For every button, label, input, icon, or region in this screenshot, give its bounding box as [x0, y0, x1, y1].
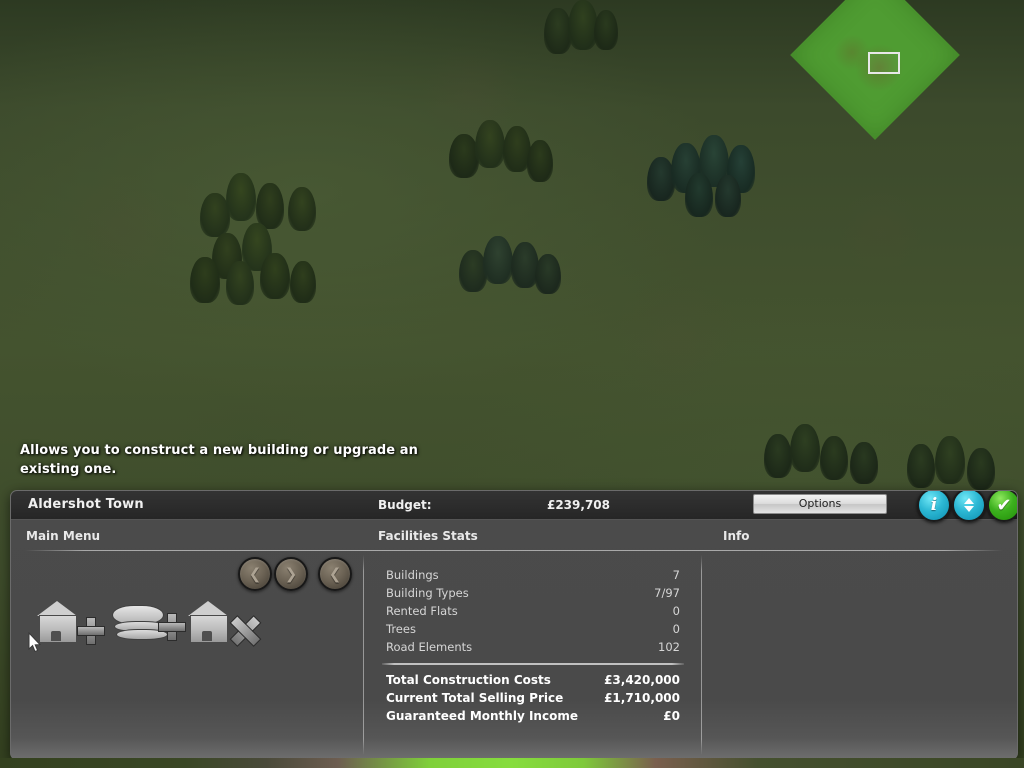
options-button[interactable]: Options — [753, 494, 887, 514]
demolish-building-tool[interactable] — [188, 599, 264, 647]
stat-label: Rented Flats — [386, 604, 458, 618]
tree-cluster — [905, 430, 1015, 492]
stats-separator — [382, 663, 684, 665]
world-bottom-strip — [0, 758, 1024, 768]
tree-cluster — [455, 232, 565, 298]
budget-value: £239,708 — [546, 498, 610, 512]
game-screen: Allows you to construct a new building o… — [0, 0, 1024, 768]
stat-row: Rented Flats 0 — [378, 603, 688, 621]
column-divider-right — [701, 555, 702, 755]
main-menu-toolbar: ❮ ❯ ❮ — [27, 557, 357, 657]
updown-button[interactable] — [952, 491, 986, 522]
total-label: Current Total Selling Price — [386, 691, 564, 705]
stat-label: Road Elements — [386, 640, 473, 654]
stat-label: Building Types — [386, 586, 469, 600]
stat-row: Trees 0 — [378, 621, 688, 639]
chevron-left-icon: ❮ — [248, 565, 262, 583]
budget-label: Budget: — [378, 498, 432, 512]
tooltip-text: Allows you to construct a new building o… — [20, 443, 419, 477]
add-floor-tool[interactable] — [112, 599, 188, 645]
total-row: Total Construction Costs £3,420,000 — [378, 672, 688, 690]
header-divider — [25, 550, 1003, 551]
stat-value: 102 — [658, 640, 680, 654]
stat-label: Trees — [386, 622, 416, 636]
column-divider-left — [363, 555, 364, 755]
tree-cluster — [645, 133, 765, 217]
nav-prev-button[interactable]: ❮ — [238, 557, 272, 591]
section-header-info: Info — [723, 529, 750, 543]
check-icon: ✔ — [996, 494, 1012, 516]
stat-row: Building Types 7/97 — [378, 585, 688, 603]
total-label: Total Construction Costs — [386, 673, 551, 687]
total-value: £3,420,000 — [604, 673, 680, 687]
chevron-updown-icon — [954, 491, 984, 520]
info-button[interactable]: i — [917, 491, 951, 522]
tree-cluster — [443, 118, 558, 188]
total-label: Guaranteed Monthly Income — [386, 709, 578, 723]
stat-value: 7/97 — [654, 586, 680, 600]
build-building-tool[interactable] — [37, 599, 113, 645]
info-panel — [711, 561, 1001, 741]
stat-row: Road Elements 102 — [378, 639, 688, 657]
stat-value: 0 — [672, 604, 680, 618]
confirm-button[interactable]: ✔ — [987, 491, 1017, 522]
stat-row: Buildings 7 — [378, 567, 688, 585]
total-value: £0 — [663, 709, 680, 723]
tree-cluster — [190, 165, 330, 310]
chevron-left-icon: ❮ — [328, 565, 342, 583]
section-header-main-menu: Main Menu — [26, 529, 101, 543]
total-row: Current Total Selling Price £1,710,000 — [378, 690, 688, 708]
tile-cursor-highlight — [868, 52, 900, 74]
tree-cluster — [760, 420, 890, 490]
town-management-panel: Aldershot Town Budget: £239,708 Options … — [10, 490, 1018, 760]
section-header-facilities-stats: Facilities Stats — [378, 529, 478, 543]
nav-back-button[interactable]: ❮ — [318, 557, 352, 591]
info-icon: i — [930, 495, 938, 515]
facilities-stats-table: Buildings 7 Building Types 7/97 Rented F… — [378, 567, 688, 726]
panel-titlebar: Aldershot Town Budget: £239,708 Options … — [11, 491, 1017, 522]
stat-label: Buildings — [386, 568, 439, 582]
stat-value: 0 — [672, 622, 680, 636]
total-value: £1,710,000 — [604, 691, 680, 705]
page-title: Aldershot Town — [28, 497, 144, 512]
nav-next-button[interactable]: ❯ — [274, 557, 308, 591]
stat-value: 7 — [672, 568, 680, 582]
total-row: Guaranteed Monthly Income £0 — [378, 708, 688, 726]
chevron-right-icon: ❯ — [284, 565, 298, 583]
